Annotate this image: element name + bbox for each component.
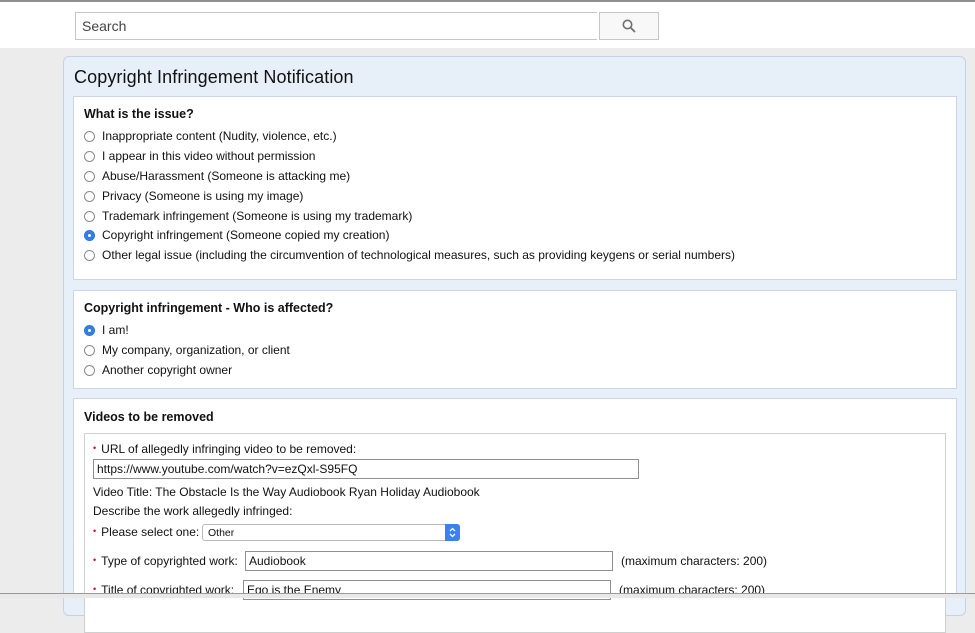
search-input[interactable] [75,12,597,40]
radio-button-selected[interactable] [84,229,95,241]
videos-section-title: Videos to be removed [84,410,214,424]
radio-button[interactable] [84,364,95,376]
required-marker: • [93,443,97,453]
radio-button-selected[interactable] [84,324,95,336]
required-marker: • [93,555,97,565]
affected-option-another-owner[interactable]: Another copyright owner [84,361,232,379]
issue-option-trademark[interactable]: Trademark infringement (Someone is using… [84,207,412,225]
affected-option-me[interactable]: I am! [84,321,129,339]
copyrighted-work-type-input[interactable] [245,551,613,571]
type-label-row: • Type of copyrighted work: [93,554,238,568]
select-label: Please select one: [101,525,200,539]
url-label: URL of allegedly infringing video to be … [101,442,357,456]
window-bottom-border [0,593,975,598]
affected-section: Copyright infringement - Who is affected… [73,290,957,389]
issue-option-inappropriate[interactable]: Inappropriate content (Nudity, violence,… [84,127,337,145]
issue-option-label: Trademark infringement (Someone is using… [102,209,413,223]
type-label: Type of copyrighted work: [101,554,238,568]
issue-option-privacy[interactable]: Privacy (Someone is using my image) [84,187,303,205]
issue-option-other-legal[interactable]: Other legal issue (including the circumv… [84,246,735,264]
issue-option-label: Privacy (Someone is using my image) [102,189,304,203]
radio-button[interactable] [84,170,95,182]
select-label-row: • Please select one: [93,525,199,539]
affected-option-label: I am! [102,323,129,337]
search-icon [622,19,636,33]
updown-arrows-icon [445,524,460,541]
issue-option-appear-without-permission[interactable]: I appear in this video without permissio… [84,147,315,165]
page-title: Copyright Infringement Notification [74,67,354,87]
required-marker: • [93,526,97,536]
search-button[interactable] [599,12,659,40]
header-bar [0,2,975,48]
issue-option-copyright[interactable]: Copyright infringement (Someone copied m… [84,226,389,244]
issue-section-title: What is the issue? [84,107,194,121]
issue-option-label: Abuse/Harassment (Someone is attacking m… [102,169,351,183]
issue-option-label: Copyright infringement (Someone copied m… [102,228,390,242]
radio-button[interactable] [84,150,95,162]
radio-button[interactable] [84,130,95,142]
work-type-select-value: Other [208,526,235,539]
work-type-select[interactable]: Other [202,524,460,541]
issue-option-label: Inappropriate content (Nudity, violence,… [102,129,337,143]
affected-option-label: Another copyright owner [102,363,233,377]
url-label-row: • URL of allegedly infringing video to b… [93,442,356,456]
radio-button[interactable] [84,190,95,202]
videos-section: Videos to be removed • URL of allegedly … [73,398,957,633]
video-title-text: Video Title: The Obstacle Is the Way Aud… [93,485,480,499]
describe-work-label: Describe the work allegedly infringed: [93,504,293,518]
type-max-chars-hint: (maximum characters: 200) [621,554,768,568]
affected-section-title: Copyright infringement - Who is affected… [84,301,334,315]
video-url-input[interactable] [93,459,639,479]
issue-option-label: Other legal issue (including the circumv… [102,248,735,262]
affected-option-company[interactable]: My company, organization, or client [84,341,290,359]
issue-section: What is the issue? Inappropriate content… [73,96,957,280]
radio-button[interactable] [84,344,95,356]
issue-option-label: I appear in this video without permissio… [102,149,316,163]
radio-button[interactable] [84,249,95,261]
issue-option-abuse-harassment[interactable]: Abuse/Harassment (Someone is attacking m… [84,167,350,185]
video-entry-panel: • URL of allegedly infringing video to b… [84,433,946,633]
radio-button[interactable] [84,210,95,222]
affected-option-label: My company, organization, or client [102,343,290,357]
